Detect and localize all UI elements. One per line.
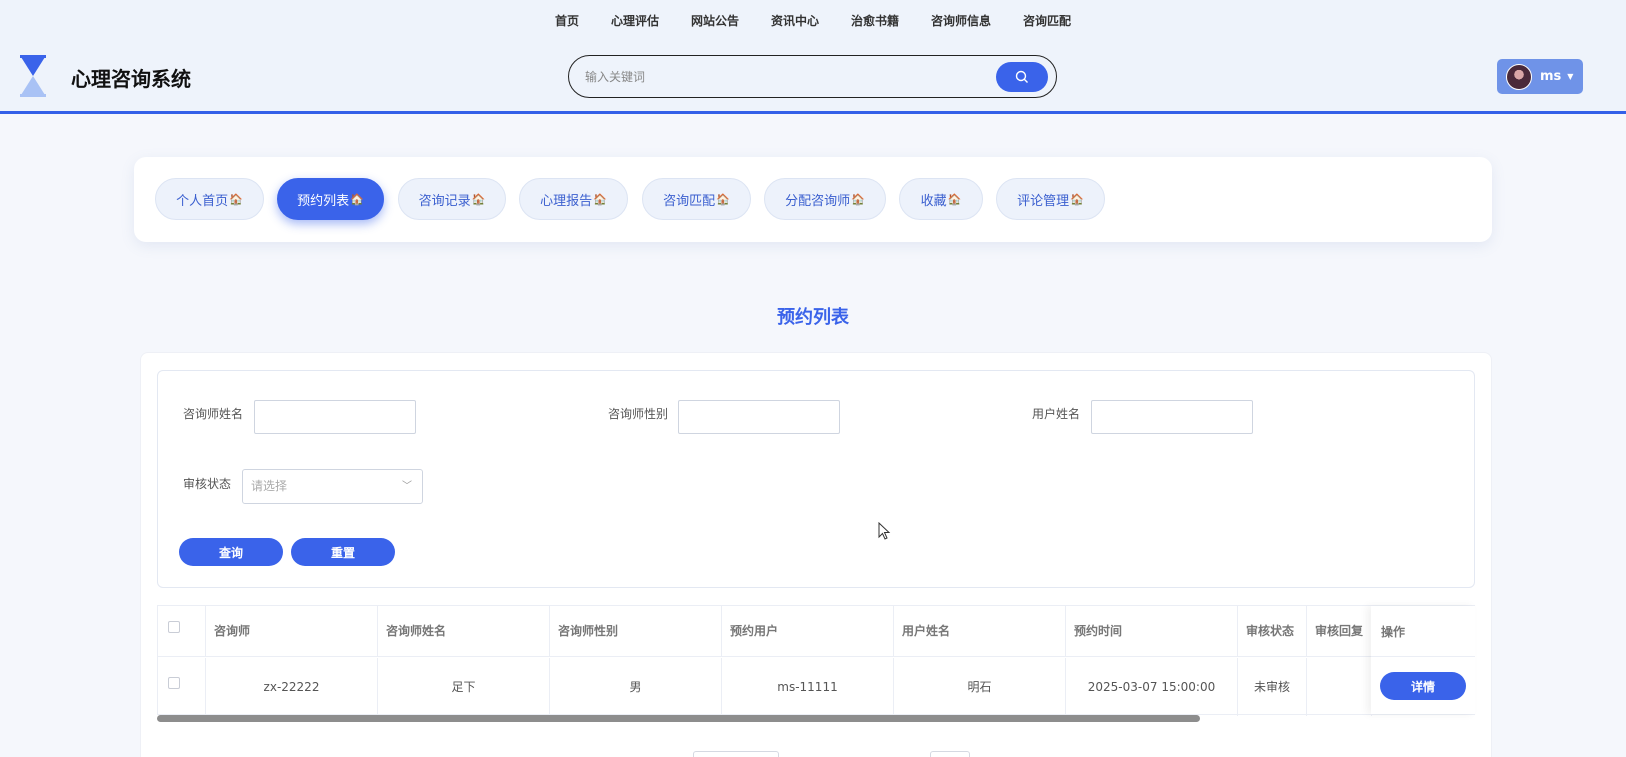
table-cell: ms-11111: [722, 658, 894, 716]
top-nav: 首页 心理评估 网站公告 资讯中心 治愈书籍 咨询师信息 咨询匹配: [0, 12, 1626, 30]
tab-favorites[interactable]: 收藏 🏠: [899, 178, 983, 220]
user-name-label: 用户姓名: [1032, 407, 1081, 421]
search-input[interactable]: [585, 66, 965, 88]
column-header: 用户姓名: [894, 606, 1066, 657]
column-header: 咨询师性别: [550, 606, 722, 657]
counselor-name-label: 咨询师姓名: [183, 407, 244, 421]
table-horizontal-scrollbar[interactable]: [157, 715, 1200, 722]
home-icon: 🏠: [851, 192, 865, 206]
counselor-gender-label: 咨询师性别: [608, 407, 669, 421]
table-cell: 2025-03-07 15:00:00: [1066, 658, 1238, 716]
tab-label: 心理报告: [540, 193, 593, 209]
home-icon: 🏠: [593, 192, 607, 206]
table-cell: 男: [550, 658, 722, 716]
status-select-placeholder: 请选择: [251, 479, 288, 493]
tab-label: 个人首页: [176, 193, 229, 209]
table-cell: 足下: [378, 658, 550, 716]
page-jump-input[interactable]: [930, 751, 970, 757]
user-name: ms: [1540, 69, 1562, 84]
status-select[interactable]: 请选择 ﹀: [242, 469, 423, 504]
tab-consult-matching[interactable]: 咨询匹配 🏠: [642, 178, 751, 220]
table-cell: 未审核: [1238, 658, 1307, 716]
home-icon: 🏠: [1070, 192, 1084, 206]
user-name-input[interactable]: [1091, 400, 1253, 434]
hourglass-logo-icon: [20, 55, 46, 97]
nav-home[interactable]: 首页: [539, 12, 595, 30]
home-icon: 🏠: [947, 192, 962, 206]
select-all-checkbox[interactable]: [168, 621, 180, 633]
detail-button[interactable]: 详情: [1380, 672, 1466, 700]
reset-button[interactable]: 重置: [291, 538, 395, 566]
page-size-select[interactable]: [693, 751, 779, 757]
column-header: 审核回复: [1307, 606, 1372, 657]
page-title: 预约列表: [777, 307, 849, 328]
nav-counselors[interactable]: 咨询师信息: [915, 12, 1007, 30]
table-cell: zx-22222: [206, 658, 378, 716]
home-icon: 🏠: [471, 192, 486, 206]
nav-announcements[interactable]: 网站公告: [675, 12, 755, 30]
row-select-cell: [158, 658, 206, 716]
column-header: 操作: [1381, 625, 1406, 639]
caret-down-icon: ▼: [1567, 72, 1574, 81]
nav-books[interactable]: 治愈书籍: [835, 12, 915, 30]
row-checkbox[interactable]: [168, 677, 180, 689]
column-header: 咨询师: [206, 606, 378, 657]
tab-personal-home[interactable]: 个人首页 🏠: [155, 178, 264, 220]
tab-psych-report[interactable]: 心理报告 🏠: [519, 178, 628, 220]
tab-label: 评论管理: [1017, 193, 1070, 209]
counselor-gender-input[interactable]: [678, 400, 840, 434]
user-menu-button[interactable]: ms ▼: [1497, 59, 1583, 94]
home-icon: 🏠: [229, 192, 243, 206]
search-icon: [1015, 70, 1028, 83]
counselor-name-input[interactable]: [254, 400, 416, 434]
column-header: 预约用户: [722, 606, 894, 657]
column-header: 咨询师姓名: [378, 606, 550, 657]
nav-news[interactable]: 资讯中心: [755, 12, 835, 30]
avatar: [1506, 63, 1532, 90]
tab-consultation-records[interactable]: 咨询记录 🏠: [398, 178, 506, 220]
tab-assign-counselor[interactable]: 分配咨询师 🏠: [764, 178, 886, 220]
select-all-header: [158, 606, 206, 657]
tab-label: 预约列表: [297, 193, 350, 209]
tab-label: 咨询记录: [418, 193, 471, 209]
tab-label: 收藏: [920, 193, 947, 209]
site-header: 首页 心理评估 网站公告 资讯中心 治愈书籍 咨询师信息 咨询匹配 心理咨询系统…: [0, 0, 1626, 114]
query-button[interactable]: 查询: [179, 538, 283, 566]
status-label: 审核状态: [183, 477, 232, 491]
table-cell: [1307, 658, 1372, 716]
appointment-table: 咨询师 咨询师姓名 咨询师性别 预约用户 用户姓名 预约时间 审核状态 审核回复…: [157, 605, 1475, 716]
tab-comment-management[interactable]: 评论管理 🏠: [996, 178, 1105, 220]
tab-label: 分配咨询师: [785, 193, 851, 209]
column-header: 预约时间: [1066, 606, 1238, 657]
column-header: 审核状态: [1238, 606, 1307, 657]
chevron-down-icon: ﹀: [402, 481, 412, 492]
nav-assessment[interactable]: 心理评估: [595, 12, 675, 30]
mouse-cursor-icon: [878, 522, 891, 540]
search-button[interactable]: [996, 62, 1048, 92]
profile-tab-bar: 个人首页 🏠 预约列表 🏠 咨询记录 🏠 心理报告 🏠 咨询匹配 🏠 分配咨询师 🏠 收藏 🏠…: [134, 157, 1492, 242]
divider: [1371, 656, 1475, 657]
nav-matching[interactable]: 咨询匹配: [1007, 12, 1087, 30]
home-icon: 🏠: [716, 192, 730, 206]
tab-label: 咨询匹配: [663, 193, 716, 209]
home-icon: 🏠: [350, 192, 364, 206]
search-bar: [568, 55, 1057, 98]
table-cell: 明石: [894, 658, 1066, 716]
tab-appointment-list[interactable]: 预约列表 🏠: [277, 178, 384, 220]
site-title: 心理咨询系统: [71, 67, 191, 91]
